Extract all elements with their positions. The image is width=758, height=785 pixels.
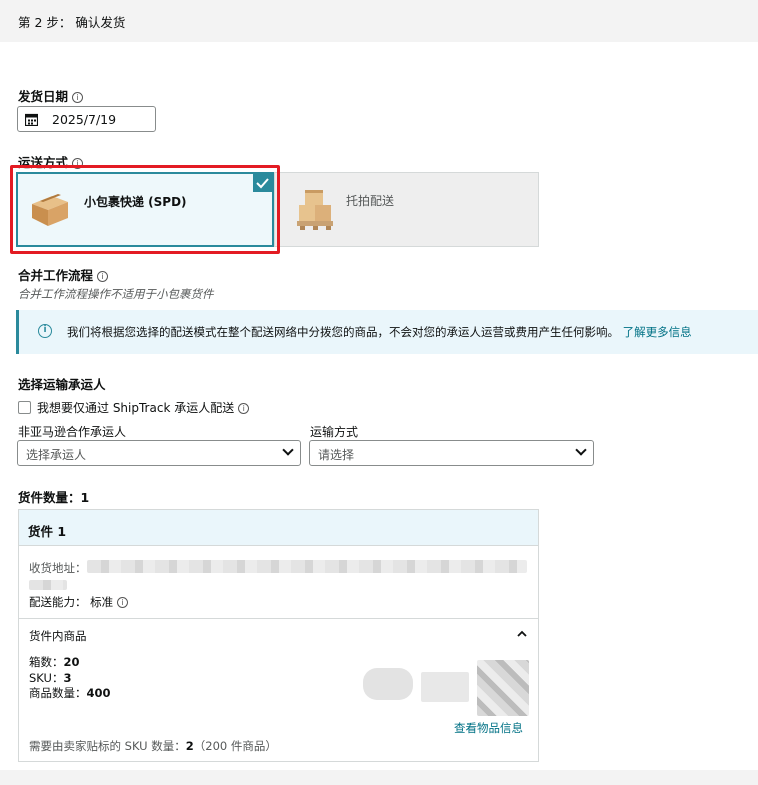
shipment-header: 货件 1	[19, 510, 538, 546]
address-redacted	[87, 560, 527, 573]
capability-label: 配送能力：	[29, 595, 87, 609]
shiptrack-checkbox-text: 我想要仅通过 ShipTrack 承运人配送	[37, 401, 235, 415]
info-icon[interactable]: i	[238, 403, 250, 414]
qty-label: 商品数量：	[29, 686, 87, 700]
carrier-select[interactable]: 选择承运人	[17, 440, 301, 466]
ship-date-input[interactable]: 2025/7/19	[17, 106, 156, 132]
address-redacted-line2	[29, 580, 67, 590]
ship-date-label: 发货日期 i	[18, 86, 84, 105]
ship-date-value: 2025/7/19	[52, 112, 117, 127]
qty-row: 商品数量：400	[29, 685, 111, 701]
shiptrack-checkbox-label: 我想要仅通过 ShipTrack 承运人配送 i	[37, 399, 250, 416]
step-title: 第 2 步： 确认发货	[18, 15, 126, 30]
capability-value: 标准	[90, 595, 114, 609]
carrier-select-placeholder: 选择承运人	[26, 448, 87, 462]
step-header: 第 2 步： 确认发货	[0, 0, 758, 42]
sku-value: 3	[63, 671, 72, 685]
boxes-row: 箱数：20	[29, 654, 80, 670]
product-thumbnail[interactable]	[421, 672, 469, 702]
info-icon[interactable]: i	[72, 92, 84, 103]
calendar-icon	[25, 113, 38, 126]
footer-bar	[0, 770, 758, 785]
workflow-note: 合并工作流程操作不适用于小包裹货件	[18, 287, 214, 301]
pallet-icon	[297, 190, 333, 230]
product-thumbnail[interactable]	[477, 660, 529, 716]
sku-label: SKU：	[29, 671, 64, 685]
alert-text: 我们将根据您选择的配送模式在整个配送网络中分拨您的商品，不会对您的承运人运营或费…	[67, 324, 692, 340]
method-field-label: 运输方式	[310, 425, 359, 439]
learn-more-link[interactable]: 了解更多信息	[623, 325, 692, 339]
info-icon: i	[38, 324, 52, 338]
info-alert: i 我们将根据您选择的配送模式在整个配送网络中分拨您的商品，不会对您的承运人运营…	[16, 310, 758, 354]
seller-label-row: 需要由卖家贴标的 SKU 数量：2（200 件商品）	[29, 738, 277, 754]
divider	[19, 618, 538, 619]
boxes-value: 20	[63, 655, 80, 669]
shipping-option-ltl[interactable]: 托拍配送	[274, 172, 539, 247]
seller-label-suffix: （200 件商品）	[193, 739, 277, 753]
shipment-title: 货件 1	[28, 524, 67, 539]
highlight-annotation	[10, 165, 280, 254]
shipment-card: 货件 1 收货地址： 配送能力： 标准 i 货件内商品 箱数：20 SKU：3 商…	[18, 509, 539, 762]
ship-date-label-text: 发货日期	[18, 89, 69, 104]
capability-row: 配送能力： 标准 i	[29, 594, 129, 610]
method-select-placeholder: 请选择	[318, 448, 355, 462]
seller-label-prefix: 需要由卖家贴标的 SKU 数量：	[29, 739, 186, 753]
boxes-label: 箱数：	[29, 655, 64, 669]
sku-row: SKU：3	[29, 670, 71, 686]
shiptrack-checkbox[interactable]	[18, 401, 31, 414]
view-items-link[interactable]: 查看物品信息	[454, 720, 523, 736]
seller-label-count: 2	[185, 739, 194, 753]
workflow-label-text: 合并工作流程	[18, 268, 94, 283]
shipment-count: 货件数量：1	[18, 490, 90, 505]
address-label: 收货地址：	[29, 561, 87, 575]
method-select[interactable]: 请选择	[309, 440, 594, 466]
ltl-option-label: 托拍配送	[346, 194, 395, 208]
alert-message: 我们将根据您选择的配送模式在整个配送网络中分拨您的商品，不会对您的承运人运营或费…	[67, 325, 619, 339]
qty-value: 400	[86, 686, 111, 700]
carrier-section-label: 选择运输承运人	[18, 377, 106, 392]
workflow-label: 合并工作流程 i	[18, 265, 109, 284]
chevron-down-icon	[575, 444, 587, 456]
chevron-up-icon[interactable]	[516, 629, 528, 639]
product-thumbnail[interactable]	[363, 668, 413, 700]
info-icon[interactable]: i	[117, 597, 129, 608]
chevron-down-icon	[282, 444, 294, 456]
items-header: 货件内商品	[29, 629, 87, 643]
carrier-field-label: 非亚马逊合作承运人	[18, 425, 127, 439]
info-icon[interactable]: i	[97, 271, 109, 282]
